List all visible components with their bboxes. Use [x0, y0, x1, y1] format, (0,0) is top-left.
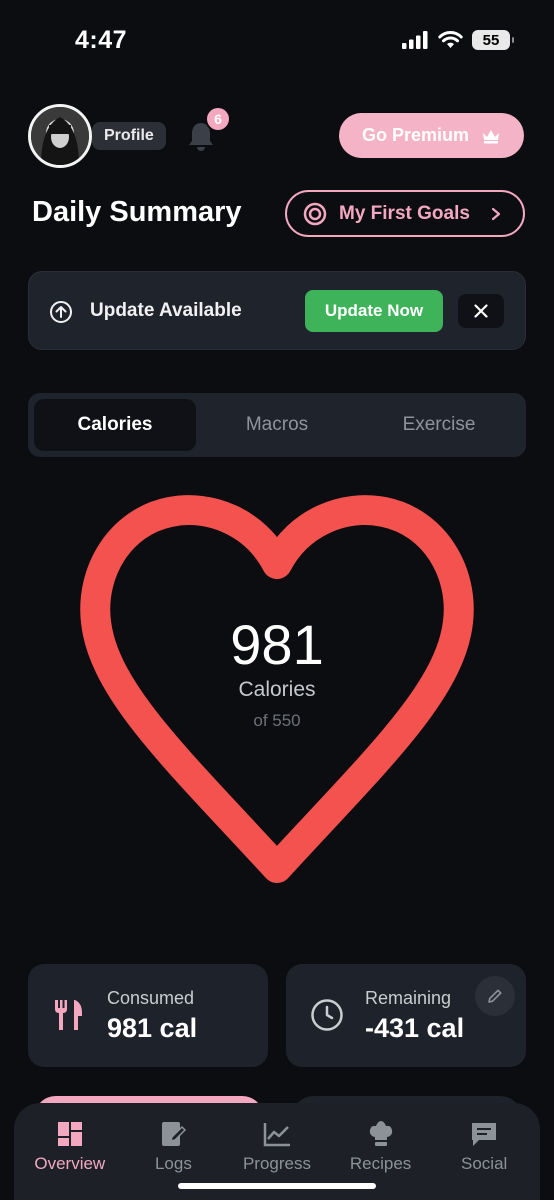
remaining-value: -431 cal [365, 1013, 465, 1043]
pencil-icon [488, 989, 502, 1003]
chat-icon [472, 1123, 497, 1146]
home-indicator [178, 1183, 376, 1189]
battery-indicator: 55 [472, 30, 514, 50]
notebook-edit-icon [162, 1122, 187, 1146]
calories-value: 981 [230, 613, 324, 676]
app-screen: 4:47 55 Profile 6 Go Premium Daily Summa… [0, 0, 554, 1200]
close-icon [474, 304, 488, 318]
edit-goal-button[interactable] [475, 976, 515, 1016]
page-title: Daily Summary [32, 196, 242, 228]
update-now-button[interactable]: Update Now [305, 290, 443, 332]
nav-social-label: Social [461, 1154, 508, 1173]
nav-overview[interactable]: Overview [18, 1103, 122, 1200]
tab-calories[interactable]: Calories [34, 399, 196, 451]
dismiss-update-button[interactable] [458, 294, 504, 328]
tab-macros[interactable]: Macros [196, 399, 358, 451]
tab-exercise[interactable]: Exercise [358, 399, 520, 451]
nav-social[interactable]: Social [432, 1103, 536, 1200]
consumed-label: Consumed [107, 988, 195, 1008]
nav-logs-label: Logs [154, 1154, 192, 1173]
consumed-value: 981 cal [107, 1013, 198, 1043]
nav-recipes-label: Recipes [349, 1154, 412, 1173]
dashboard-icon [57, 1122, 82, 1146]
my-goals-label: My First Goals [339, 202, 470, 224]
avatar-image [31, 107, 89, 165]
chevron-right-icon [491, 207, 501, 220]
chart-line-icon [263, 1123, 290, 1147]
target-icon [303, 202, 327, 225]
wifi-icon [438, 31, 463, 48]
notification-badge: 6 [205, 106, 231, 132]
status-icons: 55 [402, 30, 514, 50]
status-time: 4:47 [75, 26, 128, 54]
go-premium-label: Go Premium [361, 125, 470, 145]
remaining-label: Remaining [365, 988, 452, 1008]
go-premium-button[interactable]: Go Premium [339, 113, 524, 158]
calories-unit: Calories [238, 678, 316, 701]
update-label: Update Available [90, 300, 242, 321]
update-banner: Update Available Update Now [28, 271, 526, 350]
chef-hat-icon [369, 1121, 392, 1146]
fork-knife-icon [55, 1000, 82, 1030]
signal-icon [402, 31, 428, 49]
my-goals-button[interactable]: My First Goals [285, 190, 525, 237]
calories-goal: of 550 [253, 711, 301, 730]
consumed-card[interactable]: Consumed 981 cal [28, 964, 268, 1067]
clock-icon [311, 999, 343, 1031]
nav-overview-label: Overview [34, 1154, 106, 1173]
nav-progress-label: Progress [242, 1154, 311, 1173]
crown-icon [483, 129, 500, 143]
remaining-card[interactable]: Remaining -431 cal [286, 964, 526, 1067]
avatar[interactable] [28, 104, 92, 168]
profile-button[interactable]: Profile [92, 122, 166, 150]
arrow-up-circle-icon [50, 301, 72, 323]
metric-tabs: Calories Macros Exercise [28, 393, 526, 457]
